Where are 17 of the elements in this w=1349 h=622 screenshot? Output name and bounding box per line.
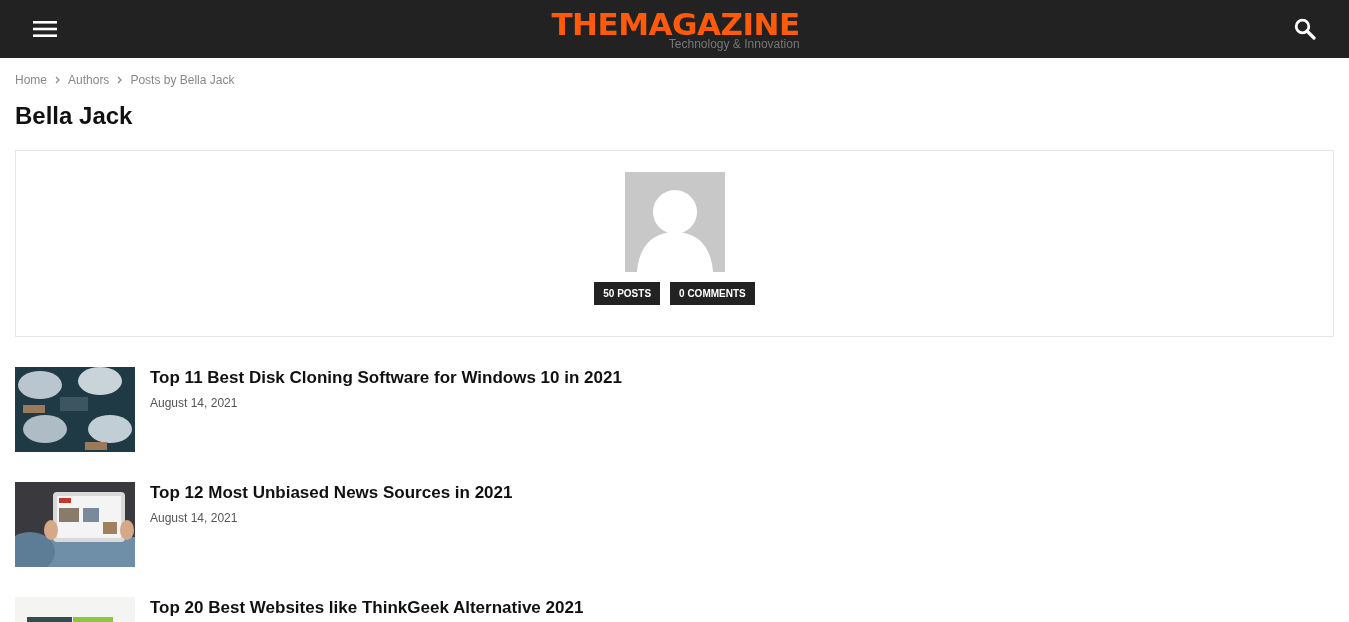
- site-tagline: Technology & Innovation: [668, 37, 800, 50]
- chevron-icon: [117, 76, 123, 84]
- breadcrumb-link[interactable]: Authors: [68, 73, 110, 87]
- post-title-link[interactable]: Top 20 Best Websites like ThinkGeek Alternative 2021: [150, 598, 584, 618]
- post-title-link[interactable]: Top 12 Most Unbiased News Sources in 2021: [150, 483, 513, 503]
- count-label: 0 COMMENTS: [670, 282, 755, 305]
- breadcrumb-link[interactable]: Home: [15, 73, 47, 87]
- chevron-icon: [55, 76, 60, 84]
- count-label: 50 POSTS: [594, 282, 661, 305]
- search-icon[interactable]: [1294, 18, 1316, 40]
- page-title: Bella Jack: [15, 101, 134, 131]
- menu-icon[interactable]: [33, 20, 57, 38]
- avatar-icon: [624, 172, 725, 272]
- post-title-link[interactable]: Top 11 Best Disk Cloning Software for Windows 10 in 2021: [150, 368, 622, 388]
- post-date: August 14, 2021: [150, 396, 239, 410]
- site-logo[interactable]: THEMAGAZINE: [551, 8, 800, 40]
- post-date: August 14, 2021: [150, 511, 239, 525]
